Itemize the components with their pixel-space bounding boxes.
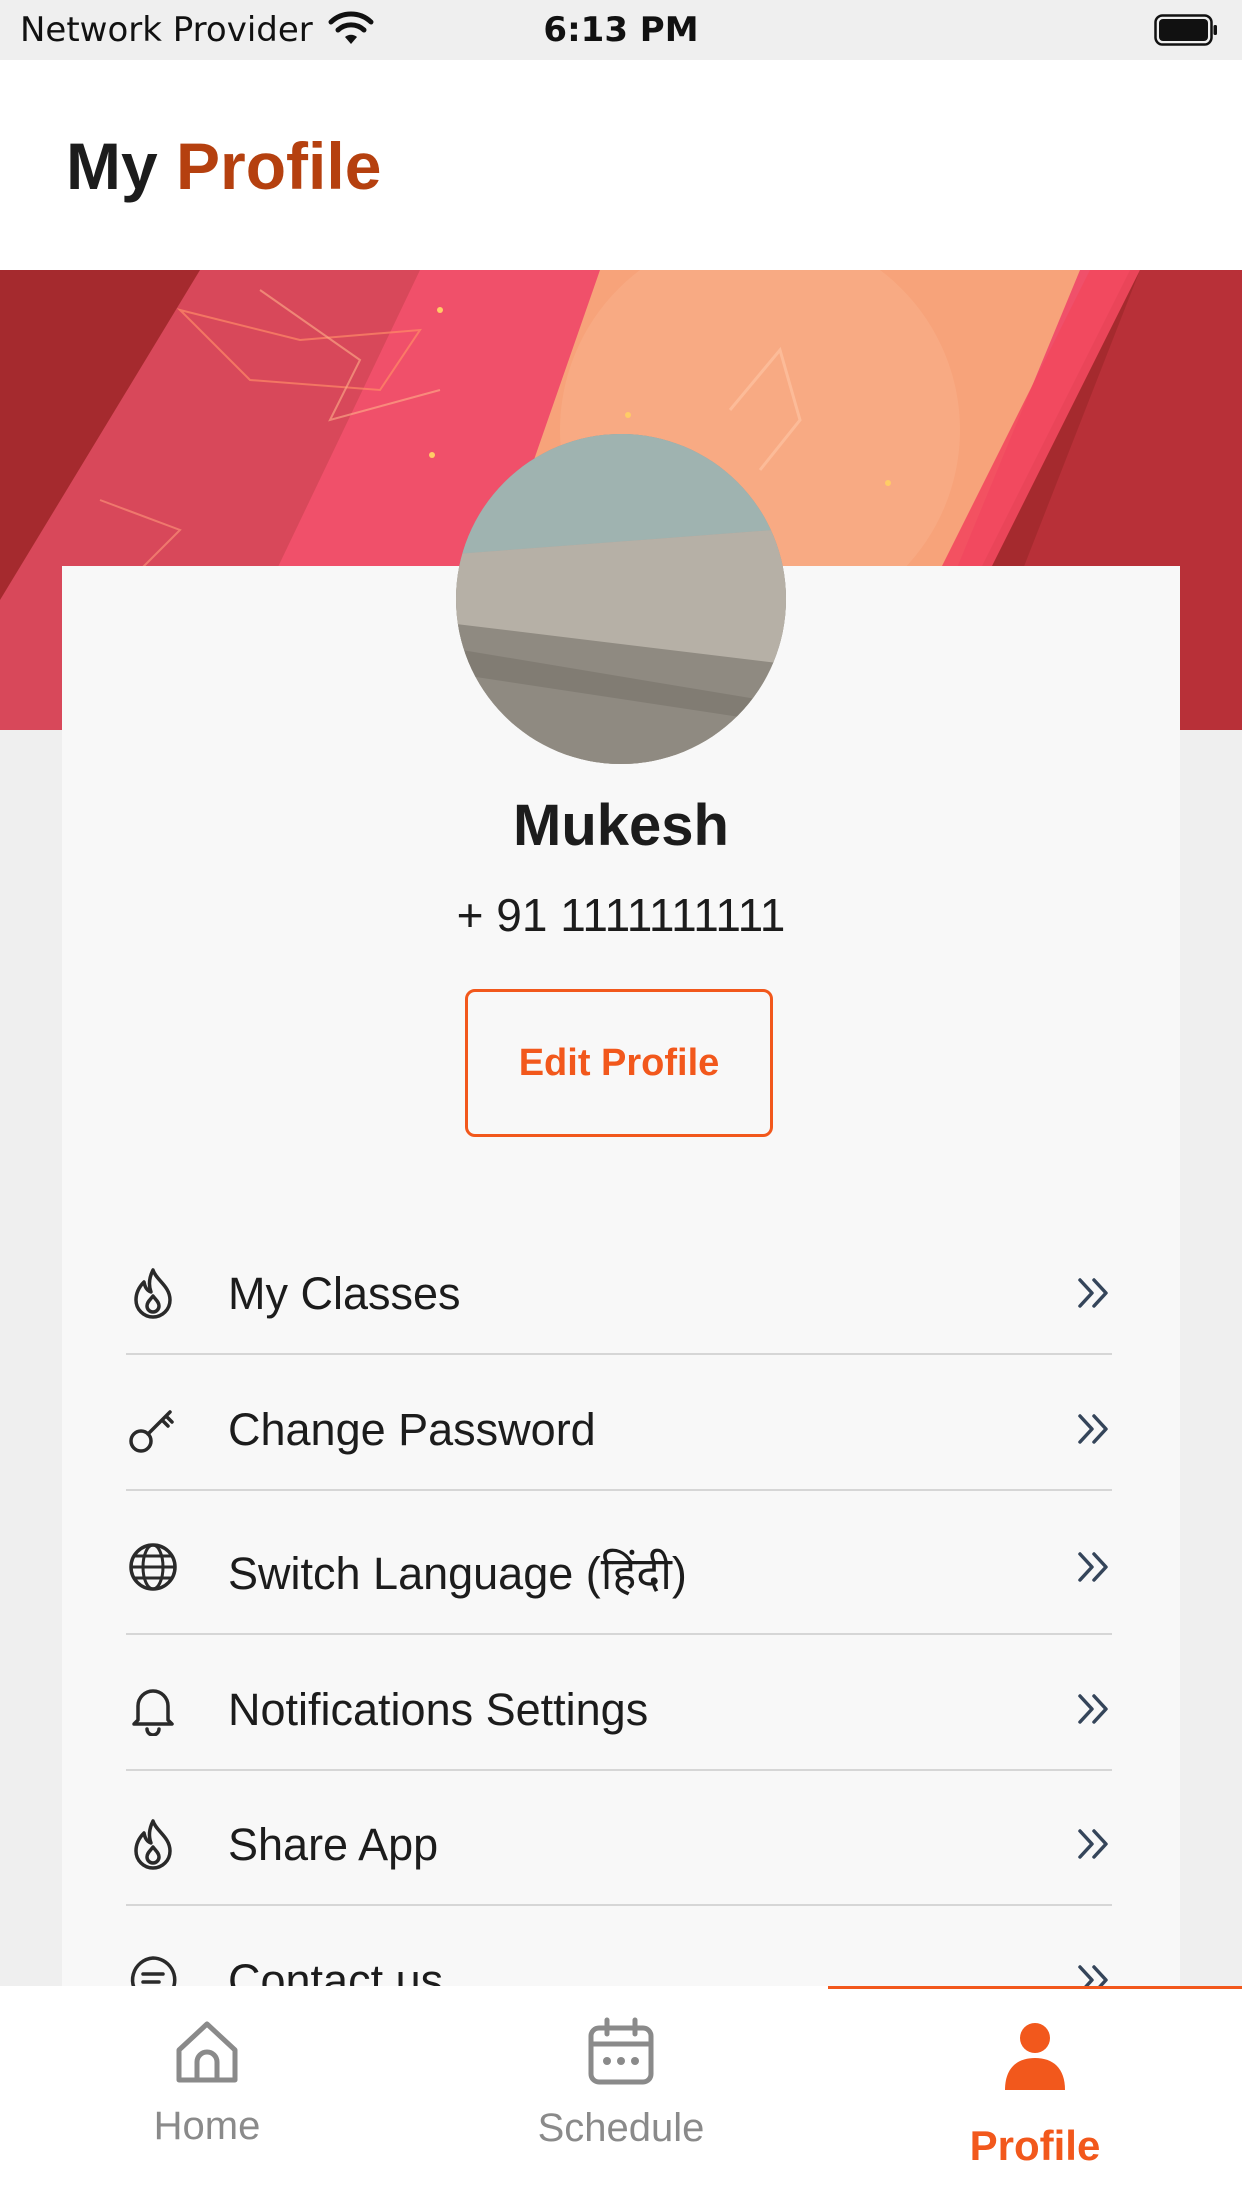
key-icon (129, 1410, 174, 1453)
menu-divider (126, 1353, 1112, 1355)
tab-label: Profile (969, 2122, 1101, 2169)
menu-item-switch-language[interactable]: Switch Language (हिंदी) (126, 1500, 1112, 1634)
calendar-icon (588, 2017, 654, 2085)
double-chevron-right-icon (1078, 1829, 1108, 1859)
user-phone: + 91 1111111111 (456, 889, 786, 941)
page-title-part1: My (66, 129, 158, 203)
edit-profile-button[interactable]: Edit Profile (465, 989, 773, 1137)
tab-home[interactable]: Home (0, 1986, 414, 2208)
menu-item-label: Switch Language (हिंदी) (228, 1548, 687, 1599)
status-bar: Network Provider 6:13 PM (0, 0, 1242, 60)
home-icon (176, 2021, 238, 2083)
menu-item-notifications-settings[interactable]: Notifications Settings (126, 1642, 1112, 1776)
bottom-tab-bar: Home Schedule Profile (0, 1986, 1242, 2208)
menu-divider (126, 1769, 1112, 1771)
globe-icon (129, 1543, 177, 1591)
battery-icon (1154, 14, 1217, 46)
flame-icon (134, 1819, 172, 1870)
double-chevron-right-icon (1078, 1552, 1108, 1582)
menu-item-change-password[interactable]: Change Password (126, 1362, 1112, 1496)
menu-divider (126, 1904, 1112, 1906)
menu-item-label: Share App (228, 1819, 439, 1870)
double-chevron-right-icon (1078, 1414, 1108, 1444)
avatar-photo (456, 434, 786, 764)
tab-label: Schedule (537, 2106, 705, 2150)
menu-item-my-classes[interactable]: My Classes (126, 1226, 1112, 1360)
tab-label: Home (153, 2104, 261, 2148)
double-chevron-right-icon (1078, 1278, 1108, 1308)
bell-icon (132, 1689, 174, 1736)
person-icon (1005, 2023, 1065, 2090)
menu-item-label: Notifications Settings (228, 1684, 649, 1735)
double-chevron-right-icon (1078, 1694, 1108, 1724)
menu-item-label: Change Password (228, 1404, 596, 1455)
flame-icon (134, 1268, 172, 1319)
menu-divider (126, 1489, 1112, 1491)
page-title-part2: Profile (176, 129, 382, 203)
menu-item-label: My Classes (228, 1268, 461, 1319)
page-title: My Profile (66, 128, 381, 204)
user-name: Mukesh (513, 793, 729, 858)
app-header: My Profile (0, 60, 1242, 270)
menu-divider (126, 1633, 1112, 1635)
clock: 6:13 PM (543, 10, 699, 50)
menu-item-share-app[interactable]: Share App (126, 1777, 1112, 1911)
tab-schedule[interactable]: Schedule (414, 1986, 828, 2208)
avatar[interactable] (456, 434, 786, 764)
tab-profile[interactable]: Profile (828, 1986, 1242, 2208)
